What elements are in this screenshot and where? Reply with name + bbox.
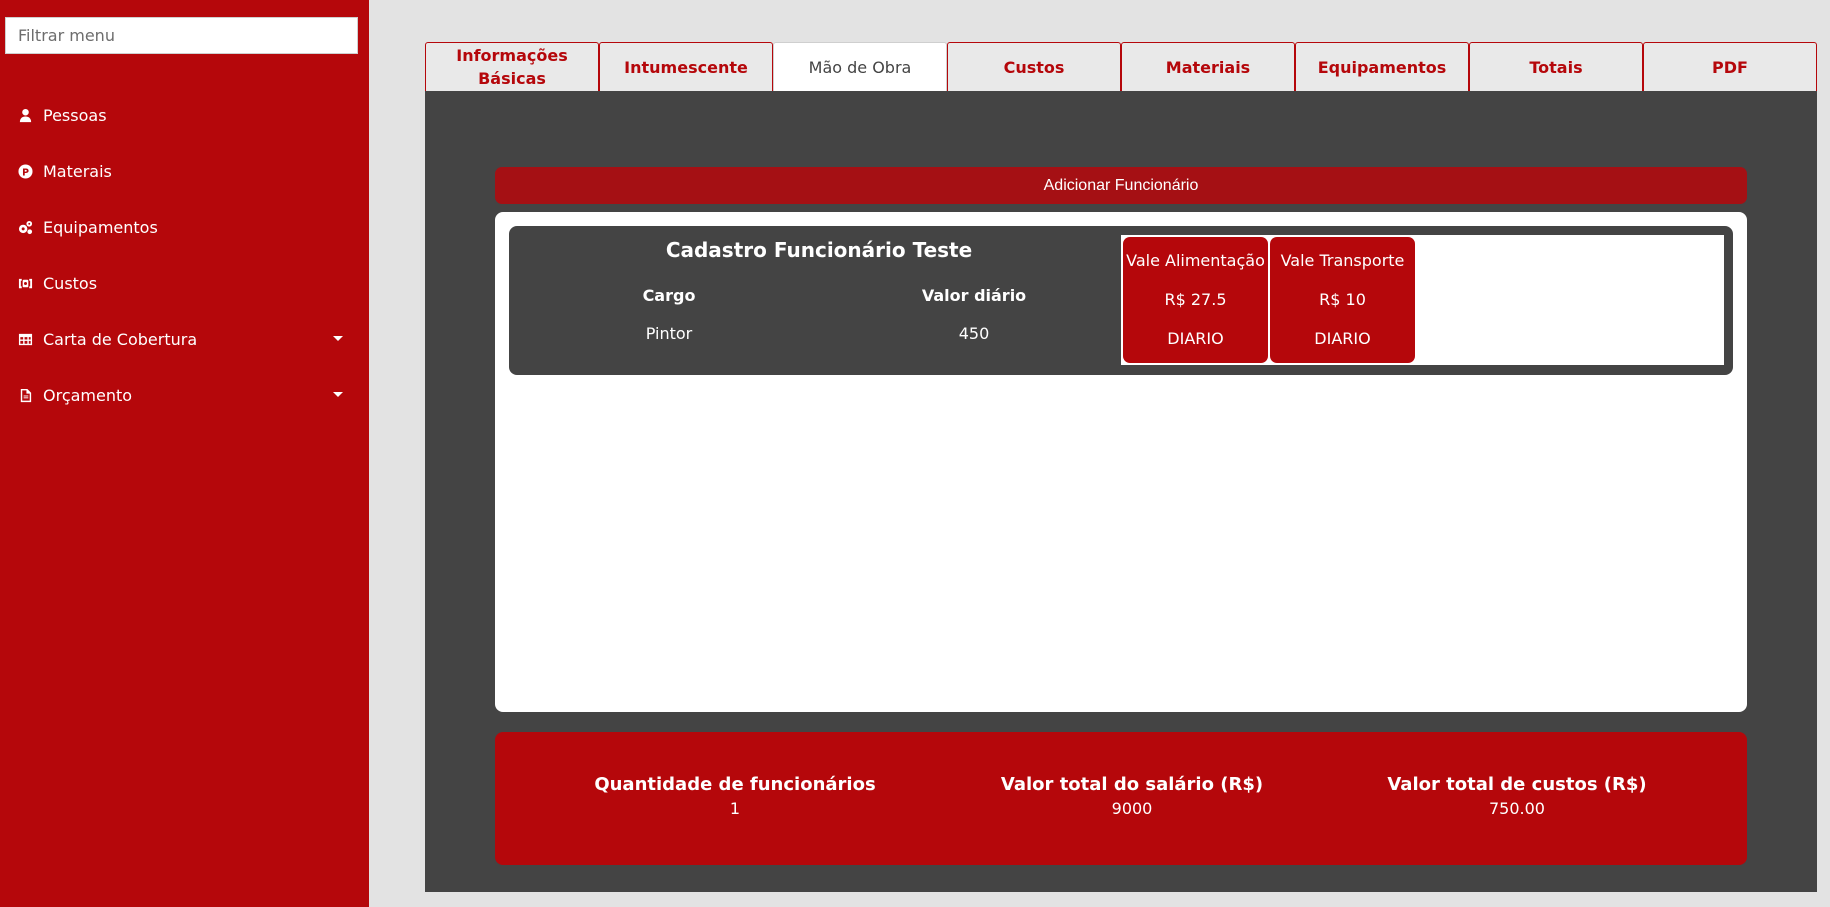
- cargo-column: Cargo Pintor: [569, 286, 769, 343]
- add-employee-button[interactable]: Adicionar Funcionário: [495, 167, 1747, 204]
- benefit-frequency: DIARIO: [1167, 329, 1224, 348]
- document-icon: [17, 387, 33, 403]
- sidebar-item-equipamentos[interactable]: Equipamentos: [0, 199, 369, 255]
- table-icon: [17, 331, 33, 347]
- svg-text:P: P: [22, 167, 29, 178]
- tab-pdf[interactable]: PDF: [1643, 42, 1817, 91]
- totals-summary: Quantidade de funcionários 1 Valor total…: [495, 732, 1747, 865]
- salary-total-summary: Valor total do salário (R$) 9000: [962, 774, 1302, 818]
- cargo-label: Cargo: [642, 286, 696, 305]
- sidebar-item-label: Materais: [43, 161, 112, 181]
- sidebar: Pessoas P Materais Equipamentos Custos C…: [0, 0, 369, 907]
- benefit-card[interactable]: Vale Transporte R$ 10 DIARIO: [1270, 237, 1415, 363]
- benefit-title: Vale Alimentação: [1126, 251, 1265, 270]
- sidebar-item-carta-de-cobertura[interactable]: Carta de Cobertura: [0, 311, 369, 367]
- tab-equipamentos[interactable]: Equipamentos: [1295, 42, 1469, 91]
- employee-name: Cadastro Funcionário Teste: [665, 238, 973, 262]
- sidebar-item-custos[interactable]: Custos: [0, 255, 369, 311]
- money-icon: [17, 275, 33, 291]
- benefits-list: Vale Alimentação R$ 27.5 DIARIO Vale Tra…: [1121, 235, 1724, 365]
- cargo-value: Pintor: [645, 324, 693, 343]
- tab-intumescente[interactable]: Intumescente: [599, 42, 773, 91]
- filter-menu-input[interactable]: [5, 17, 358, 54]
- tab-bar: Informações Básicas Intumescente Mão de …: [425, 42, 1817, 91]
- sidebar-item-pessoas[interactable]: Pessoas: [0, 87, 369, 143]
- employee-count-label: Quantidade de funcionários: [594, 774, 876, 795]
- sidebar-item-label: Orçamento: [43, 385, 133, 405]
- benefit-value: R$ 27.5: [1164, 290, 1227, 309]
- employee-count-value: 1: [729, 799, 741, 818]
- sidebar-item-label: Carta de Cobertura: [43, 329, 198, 349]
- costs-total-summary: Valor total de custos (R$) 750.00: [1347, 774, 1687, 818]
- sidebar-item-materais[interactable]: P Materais: [0, 143, 369, 199]
- tab-materiais[interactable]: Materiais: [1121, 42, 1295, 91]
- tab-totais[interactable]: Totais: [1469, 42, 1643, 91]
- benefit-title: Vale Transporte: [1280, 251, 1405, 270]
- costs-total-value: 750.00: [1489, 799, 1545, 818]
- salary-total-value: 9000: [1111, 799, 1153, 818]
- chevron-down-icon: [333, 392, 343, 397]
- main-content: Informações Básicas Intumescente Mão de …: [425, 42, 1817, 892]
- benefit-frequency: DIARIO: [1314, 329, 1371, 348]
- tab-custos[interactable]: Custos: [947, 42, 1121, 91]
- employee-count-summary: Quantidade de funcionários 1: [565, 774, 905, 818]
- sidebar-item-label: Pessoas: [43, 105, 107, 125]
- product-icon: P: [17, 163, 33, 179]
- cogs-icon: [17, 219, 33, 235]
- employee-list: Cadastro Funcionário Teste Cargo Pintor …: [495, 212, 1747, 712]
- salary-total-label: Valor total do salário (R$): [1000, 774, 1264, 795]
- sidebar-menu: Pessoas P Materais Equipamentos Custos C…: [0, 87, 369, 423]
- daily-value-label: Valor diário: [921, 286, 1027, 305]
- sidebar-item-label: Custos: [43, 273, 98, 293]
- daily-value: 450: [958, 324, 990, 343]
- benefit-value: R$ 10: [1319, 290, 1366, 309]
- sidebar-item-orcamento[interactable]: Orçamento: [0, 367, 369, 423]
- tab-informacoes-basicas[interactable]: Informações Básicas: [425, 42, 599, 91]
- tab-panel: Adicionar Funcionário Cadastro Funcionár…: [425, 91, 1817, 892]
- user-icon: [17, 107, 33, 123]
- daily-value-column: Valor diário 450: [874, 286, 1074, 343]
- tab-mao-de-obra[interactable]: Mão de Obra: [773, 42, 947, 91]
- costs-total-label: Valor total de custos (R$): [1387, 774, 1647, 795]
- chevron-down-icon: [333, 336, 343, 341]
- employee-card[interactable]: Cadastro Funcionário Teste Cargo Pintor …: [509, 226, 1733, 375]
- benefit-card[interactable]: Vale Alimentação R$ 27.5 DIARIO: [1123, 237, 1268, 363]
- sidebar-item-label: Equipamentos: [43, 217, 158, 237]
